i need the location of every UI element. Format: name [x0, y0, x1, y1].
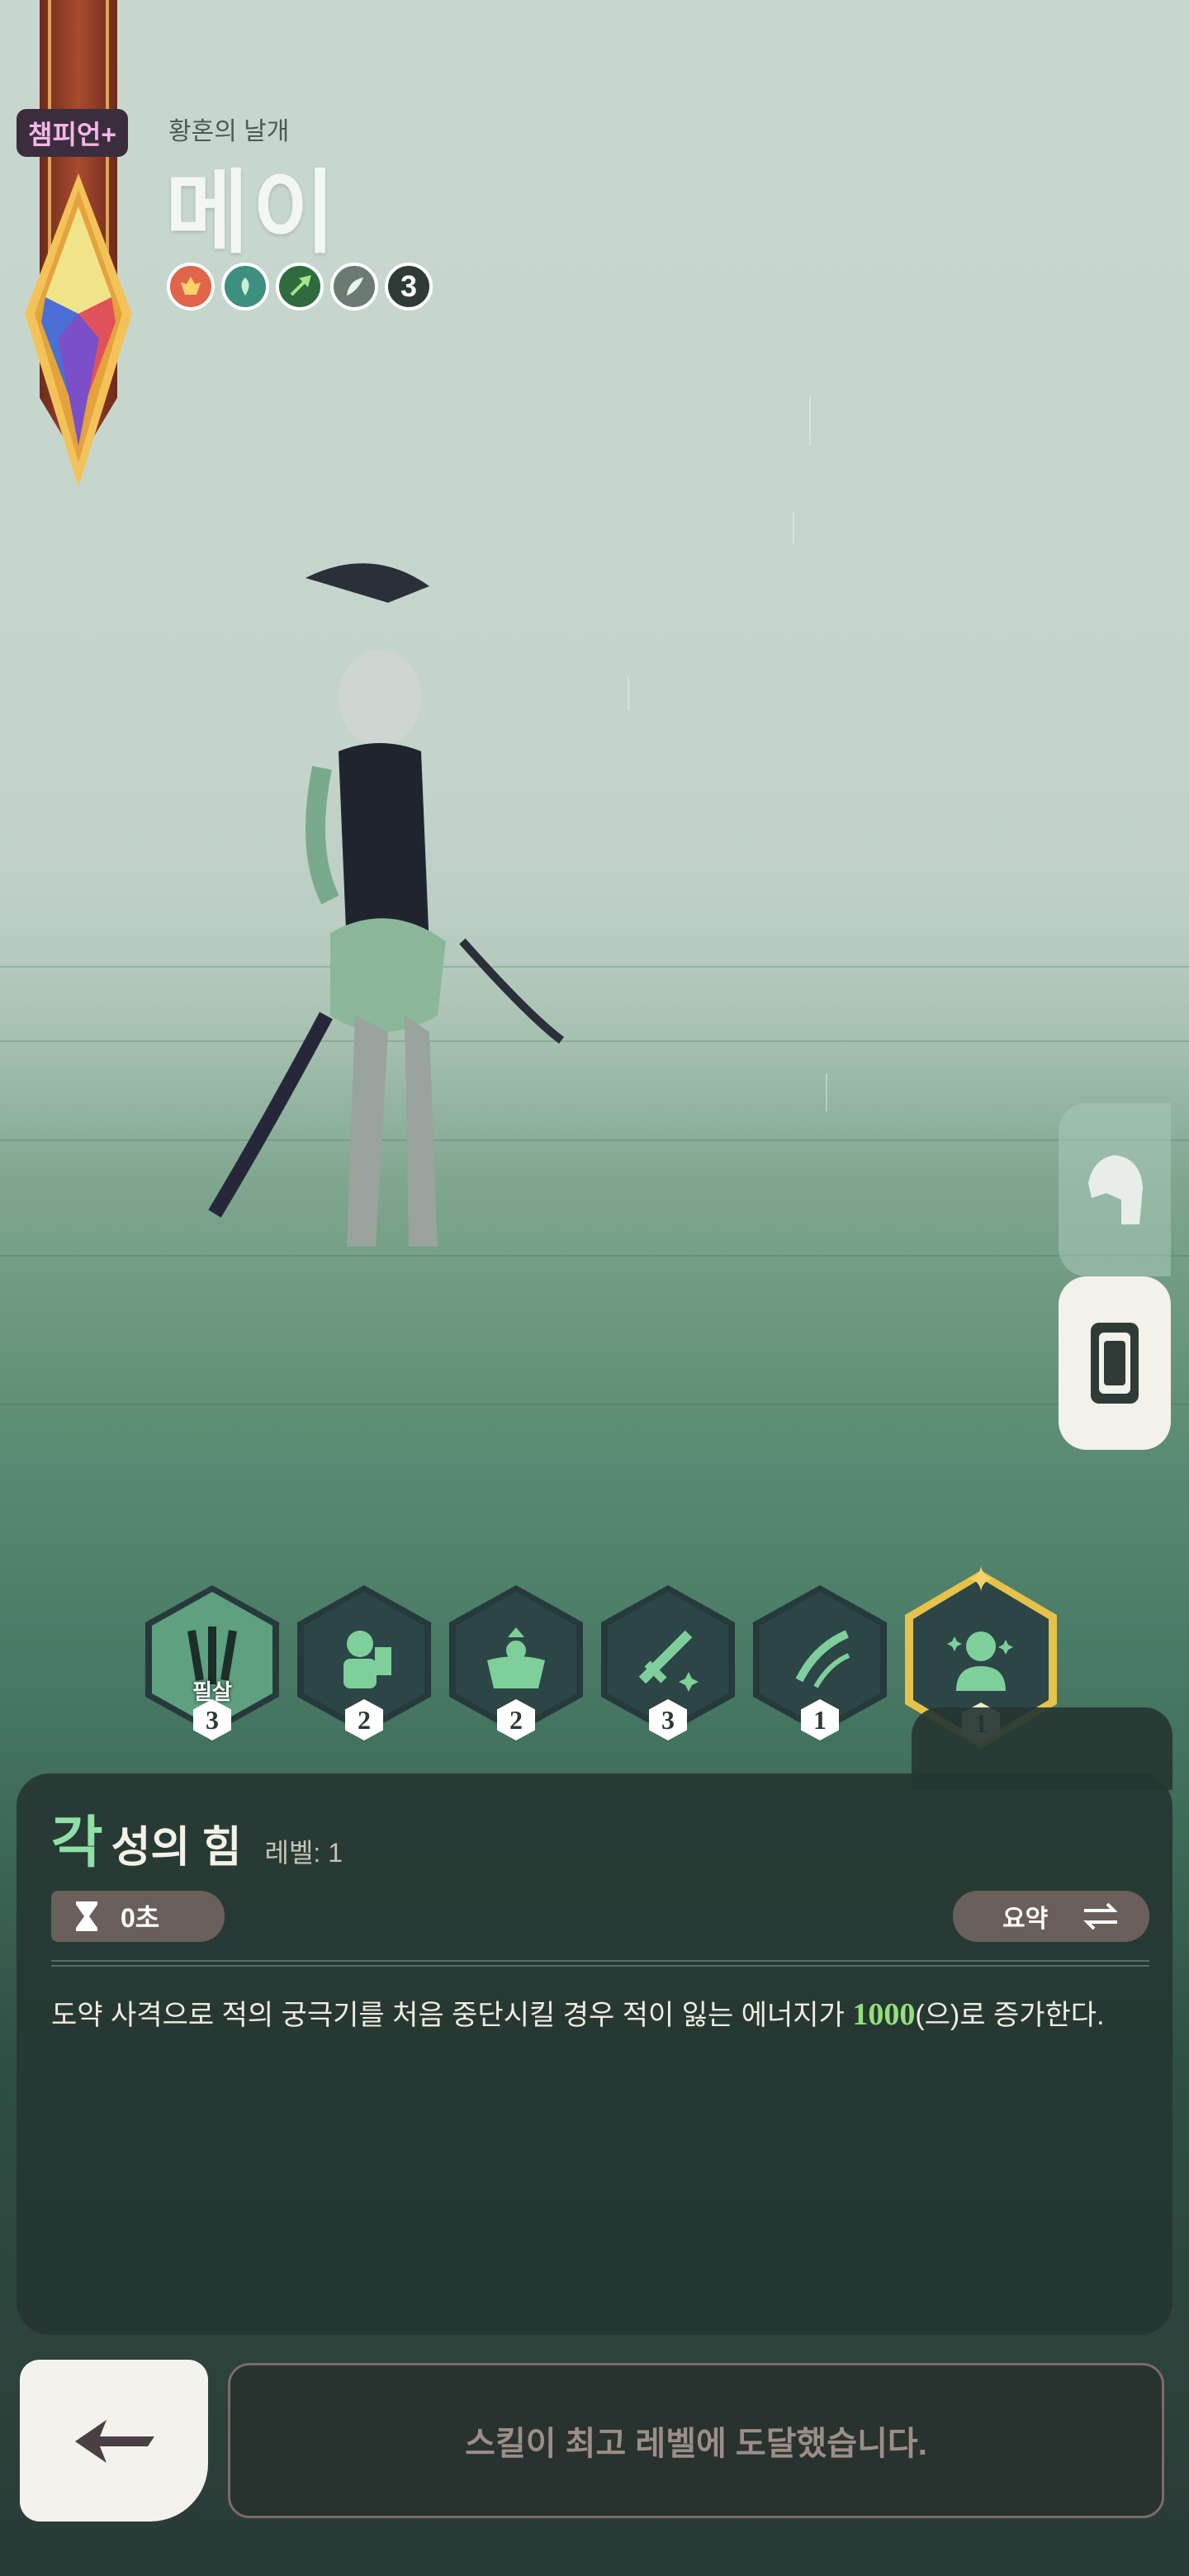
- fire-crest-icon[interactable]: [167, 263, 215, 310]
- skill-title-first-char: 각: [51, 1811, 103, 1874]
- back-arrow-icon: [75, 2420, 154, 2463]
- back-button[interactable]: [20, 2360, 208, 2522]
- skill-title: 각 성의 힘 레벨: 1: [51, 1797, 343, 1878]
- profile-button[interactable]: [1059, 1103, 1171, 1276]
- skill-detail-panel: 각 성의 힘 레벨: 1 0초 요약 도약 사격으로 적의 궁극기를 처음 중단…: [17, 1707, 1172, 2335]
- skill-slot-3[interactable]: 2: [449, 1585, 583, 1740]
- hourglass-icon: [76, 1901, 97, 1931]
- nature-icon[interactable]: [221, 263, 269, 310]
- trait-list: 3: [167, 263, 433, 310]
- scroll-icon: [1091, 1323, 1139, 1404]
- trait-count-badge: 3: [385, 263, 433, 310]
- skill-title-rest: 성의 힘: [111, 1824, 242, 1872]
- description-value: 1000: [852, 1997, 916, 2032]
- feather-icon[interactable]: [330, 263, 378, 310]
- arrow-slash-icon: [795, 1630, 850, 1688]
- skill-level-label: 레벨: 1: [264, 1838, 343, 1868]
- cooldown-value: 0초: [121, 1903, 160, 1933]
- selected-sparkle-icon: ✦: [965, 1560, 997, 1600]
- cooldown-chip: 0초: [51, 1891, 225, 1942]
- rank-crystal-icon: [25, 173, 132, 487]
- character-model: [208, 563, 565, 1247]
- spear-icon[interactable]: [276, 263, 324, 310]
- panel-tab: [912, 1707, 1172, 1790]
- max-level-status: 스킬이 최고 레벨에 도달했습니다.: [228, 2363, 1164, 2518]
- swap-arrows-icon: [1083, 1902, 1119, 1930]
- description-text-after: (으)로 증가한다.: [915, 2000, 1105, 2031]
- helmet-icon: [1088, 1155, 1143, 1224]
- awakened-knight-icon: [947, 1631, 1013, 1691]
- skill-slot-4[interactable]: 3: [601, 1585, 735, 1740]
- summary-label: 요약: [1002, 1906, 1049, 1933]
- muscle-warrior-icon: [487, 1627, 545, 1688]
- description-text-before: 도약 사격으로 적의 궁극기를 처음 중단시킬 경우 적이 잃는 에너지가: [51, 2000, 853, 2031]
- skill-slot-2[interactable]: 2: [297, 1585, 431, 1740]
- summary-toggle-button[interactable]: 요약: [953, 1891, 1149, 1942]
- knight-shield-icon: [343, 1631, 391, 1688]
- panel-divider: [51, 1960, 1149, 1967]
- lore-scroll-button[interactable]: [1059, 1276, 1171, 1450]
- skill-slot-1[interactable]: 필살 3: [145, 1585, 279, 1740]
- skill-slot-5[interactable]: 1: [753, 1585, 887, 1740]
- rank-tag: 챔피언+: [17, 109, 129, 157]
- sword-icon: [638, 1630, 699, 1692]
- character-name: 메이: [165, 163, 339, 264]
- skill-description: 도약 사격으로 적의 궁극기를 처음 중단시킬 경우 적이 잃는 에너지가 10…: [51, 1988, 1123, 2042]
